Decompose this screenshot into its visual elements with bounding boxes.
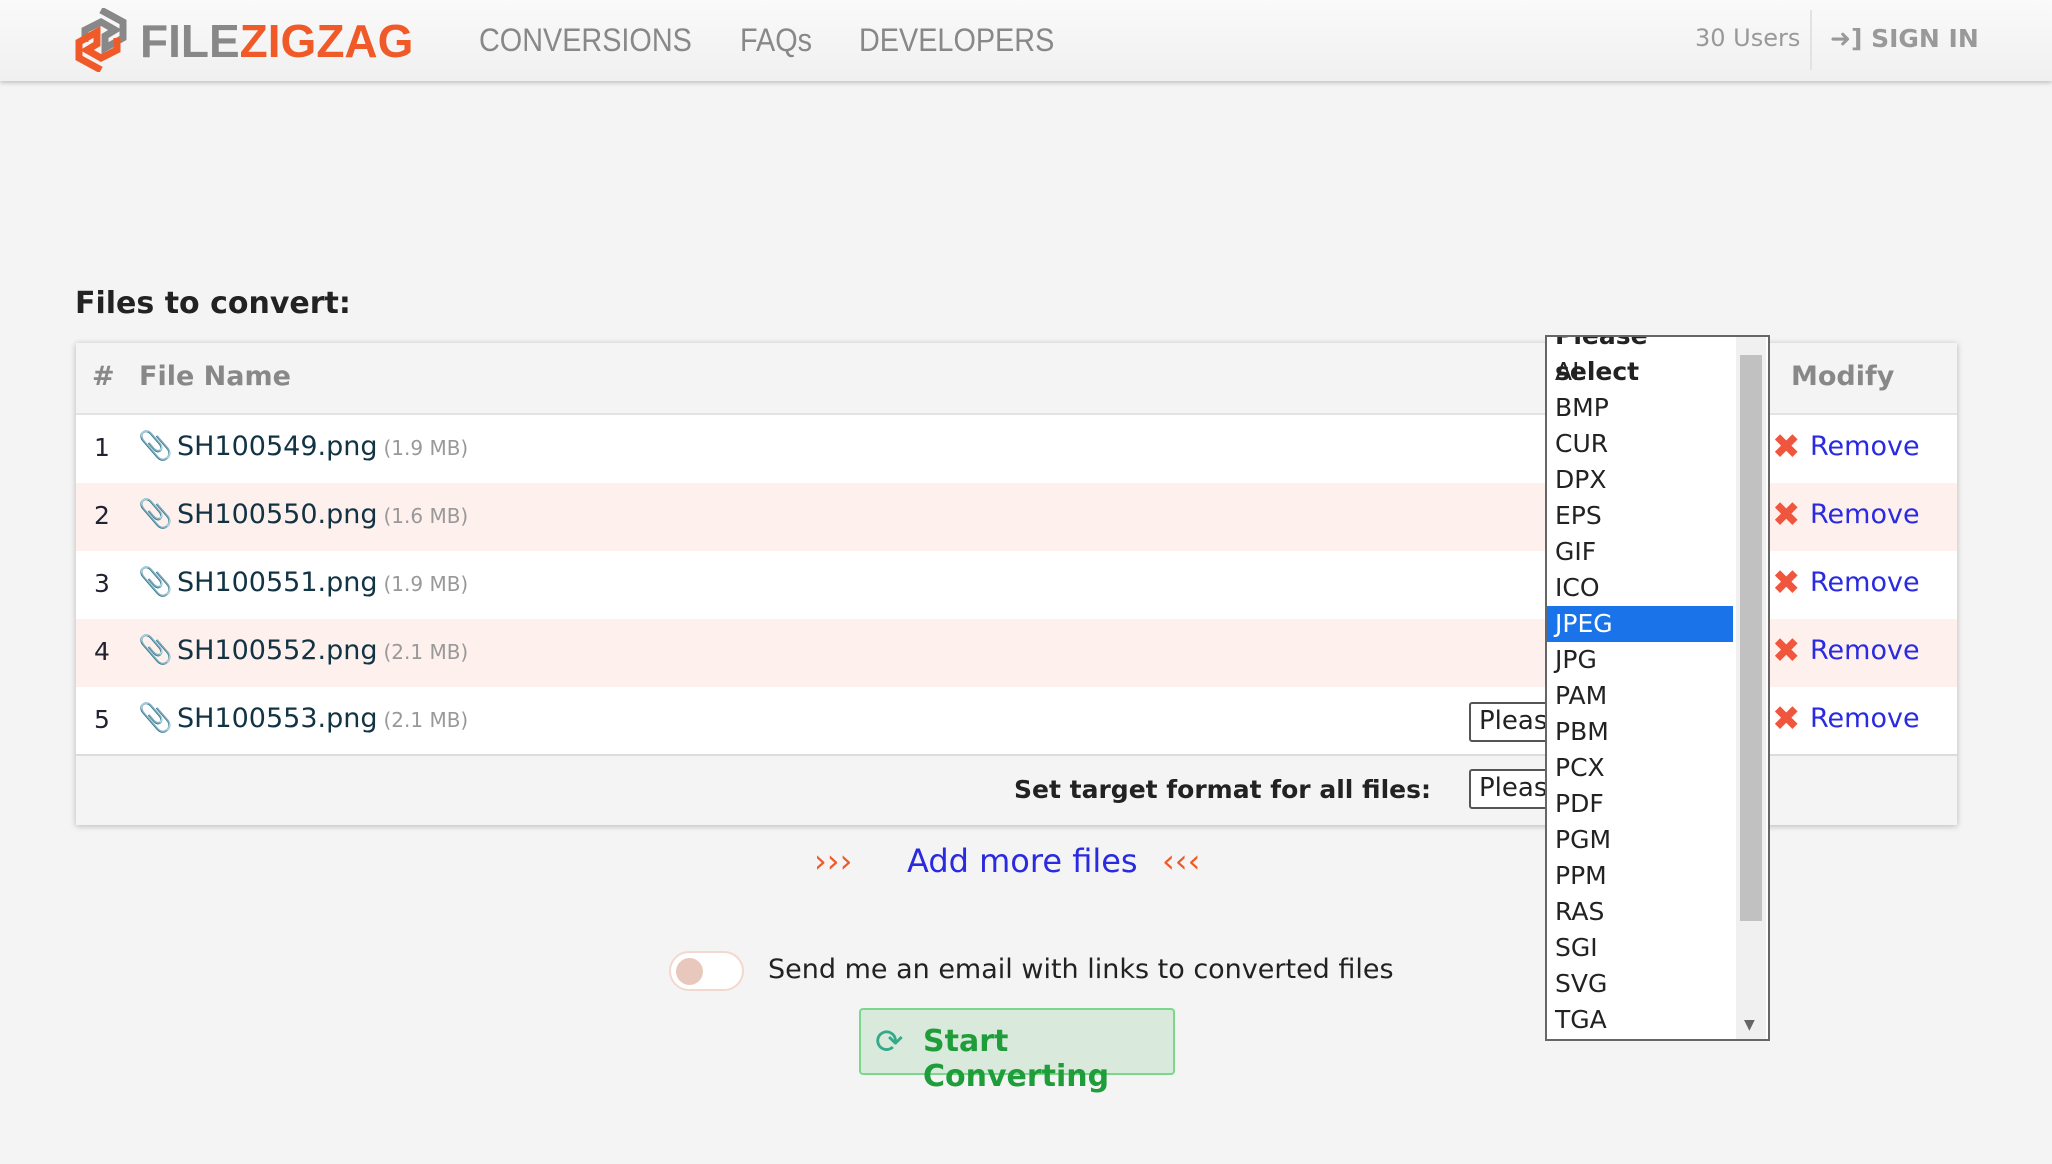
dropdown-option[interactable]: JPG [1547,642,1733,678]
file-name: SH100549.png (1.9 MB) [177,431,468,462]
dropdown-option[interactable]: DPX [1547,462,1733,498]
col-file-name: File Name [139,361,291,392]
dropdown-option[interactable]: PPM [1547,858,1733,894]
logo-suffix: ZIGZAG [239,15,414,67]
paperclip-icon: 📎 [138,497,173,530]
email-toggle-label: Send me an email with links to converted… [768,954,1394,985]
paperclip-icon: 📎 [138,633,173,666]
col-num: # [92,361,115,392]
users-count: 30 Users [1695,24,1801,52]
dropdown-option[interactable]: CUR [1547,426,1733,462]
convert-arrows-icon: ⟳ [875,1022,904,1062]
dropdown-option[interactable]: PGM [1547,822,1733,858]
row-number: 1 [94,433,110,462]
dropdown-option[interactable]: AI [1547,354,1733,390]
remove-link[interactable]: Remove [1810,635,1920,666]
file-name-text: SH100550.png [177,499,378,530]
email-toggle[interactable] [669,951,744,991]
remove-x-icon[interactable]: ✖ [1772,563,1801,603]
file-name-text: SH100549.png [177,431,378,462]
remove-x-icon[interactable]: ✖ [1772,495,1801,535]
dropdown-option[interactable]: JPEG [1547,606,1733,642]
row-number: 4 [94,637,110,666]
file-size: (2.1 MB) [383,640,469,664]
remove-link[interactable]: Remove [1810,703,1920,734]
dropdown-option[interactable]: PBM [1547,714,1733,750]
dropdown-option[interactable]: TGA [1547,1002,1733,1038]
nav-divider [1810,10,1812,70]
row-number: 5 [94,705,110,734]
sign-in-link[interactable]: ➜] SIGN IN [1830,24,1979,53]
toggle-knob [676,958,703,985]
file-size: (2.1 MB) [383,708,469,732]
logo-prefix: FILE [140,15,240,67]
logo-text[interactable]: FILEZIGZAG [140,14,413,68]
nav-conversions[interactable]: CONVERSIONS [479,22,692,59]
remove-link[interactable]: Remove [1810,499,1920,530]
dropdown-option[interactable]: ICO [1547,570,1733,606]
row-number: 2 [94,501,110,530]
filezigzag-logo-icon [75,8,127,72]
remove-x-icon[interactable]: ✖ [1772,631,1801,671]
file-size: (1.9 MB) [383,572,469,596]
nav-developers[interactable]: DEVELOPERS [859,22,1054,59]
scrollbar-thumb[interactable] [1740,355,1762,921]
file-name-text: SH100551.png [177,567,378,598]
remove-link[interactable]: Remove [1810,431,1920,462]
arrows-left-icon: ››› [814,842,853,880]
file-name-text: SH100552.png [177,635,378,666]
format-dropdown-list[interactable]: Please select AI BMP CUR DPX EPS GIF ICO JPEG JPG… [1545,335,1770,1041]
dropdown-option[interactable]: PAM [1547,678,1733,714]
paperclip-icon: 📎 [138,429,173,462]
row-number: 3 [94,569,110,598]
file-size: (1.9 MB) [383,436,469,460]
file-size: (1.6 MB) [383,504,469,528]
dropdown-option[interactable]: PDF [1547,786,1733,822]
top-nav-bar: FILEZIGZAG CONVERSIONS FAQs DEVELOPERS 3… [0,0,2052,81]
dropdown-option[interactable]: SGI [1547,930,1733,966]
arrows-right-icon: ‹‹‹ [1162,842,1201,880]
paperclip-icon: 📎 [138,701,173,734]
col-modify: Modify [1791,361,1895,392]
dropdown-option[interactable]: PCX [1547,750,1733,786]
dropdown-option[interactable]: RAS [1547,894,1733,930]
file-name: SH100553.png (2.1 MB) [177,703,468,734]
dropdown-option[interactable]: BMP [1547,390,1733,426]
remove-x-icon[interactable]: ✖ [1772,699,1801,739]
file-name: SH100551.png (1.9 MB) [177,567,468,598]
nav-faqs[interactable]: FAQs [740,22,812,59]
remove-link[interactable]: Remove [1810,567,1920,598]
file-name-text: SH100553.png [177,703,378,734]
scroll-down-arrow-icon[interactable]: ▼ [1744,1017,1755,1033]
files-table: # File Name Modify 1 📎 SH100549.png (1.9 … [76,335,1957,1041]
remove-x-icon[interactable]: ✖ [1772,427,1801,467]
file-name: SH100550.png (1.6 MB) [177,499,468,530]
dropdown-option[interactable]: SVG [1547,966,1733,1002]
dropdown-option[interactable]: Please select [1547,337,1733,386]
paperclip-icon: 📎 [138,565,173,598]
set-all-label: Set target format for all files: [1014,775,1431,804]
dropdown-option[interactable]: GIF [1547,534,1733,570]
dropdown-scrollbar[interactable]: ▼ [1736,337,1766,1039]
sign-in-label: SIGN IN [1871,24,1979,53]
dropdown-option[interactable]: EPS [1547,498,1733,534]
add-more-files-link[interactable]: Add more files [907,842,1138,880]
sign-in-icon: ➜] [1830,24,1863,53]
start-converting-button[interactable]: ⟳ Start Converting [859,1008,1175,1094]
start-converting-label: Start Converting [923,1024,1110,1094]
page-title: Files to convert: [75,286,351,321]
file-name: SH100552.png (2.1 MB) [177,635,468,666]
